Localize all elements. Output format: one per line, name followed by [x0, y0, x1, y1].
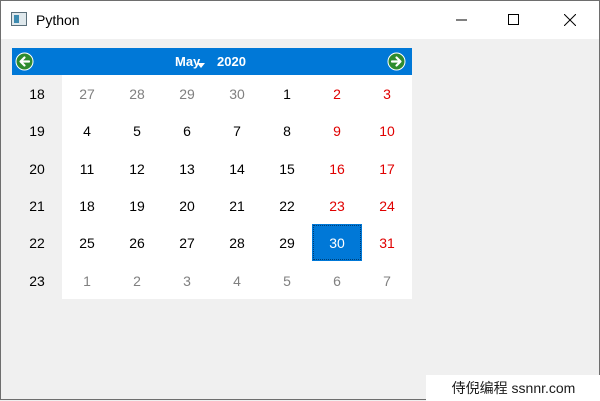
- watermark-text: 侍倪编程 ssnnr.com: [426, 375, 600, 401]
- next-month-button[interactable]: [387, 52, 406, 71]
- day-cell[interactable]: 28: [112, 75, 162, 112]
- week-number: 23: [29, 272, 45, 289]
- python-app-icon: [11, 12, 27, 26]
- minimize-button[interactable]: [439, 1, 485, 39]
- arrow-right-icon: [387, 52, 406, 71]
- day-cell[interactable]: 24: [362, 187, 412, 224]
- maximize-icon: [508, 14, 519, 25]
- day-cell[interactable]: 8: [262, 112, 312, 149]
- day-cell[interactable]: 5: [262, 262, 312, 299]
- day-cell[interactable]: 1: [262, 75, 312, 112]
- day-cell[interactable]: 4: [62, 112, 112, 149]
- day-cell[interactable]: 7: [212, 112, 262, 149]
- day-cell[interactable]: 3: [162, 262, 212, 299]
- minimize-icon: [456, 19, 467, 21]
- year-selector[interactable]: 2020: [217, 53, 246, 71]
- day-cell[interactable]: 2: [312, 75, 362, 112]
- day-cell[interactable]: 2: [112, 262, 162, 299]
- day-cell[interactable]: 6: [162, 112, 212, 149]
- day-cell[interactable]: 13: [162, 150, 212, 187]
- day-cell[interactable]: 27: [62, 75, 112, 112]
- week-number: 19: [29, 122, 45, 139]
- day-cell[interactable]: 15: [262, 150, 312, 187]
- chevron-down-icon: [197, 63, 205, 68]
- close-icon: [564, 14, 576, 26]
- day-cell[interactable]: 29: [162, 75, 212, 112]
- week-number: 20: [29, 160, 45, 177]
- calendar-widget: May 2020 18 27 28 29 30 1 2 3 19 4 5 6 7 8 9 10 20 11 12 13…: [12, 48, 412, 299]
- day-cell[interactable]: 20: [162, 187, 212, 224]
- day-cell[interactable]: 9: [312, 112, 362, 149]
- title-bar[interactable]: Python: [1, 1, 599, 39]
- day-cell[interactable]: 4: [212, 262, 262, 299]
- app-window: Python May 2020 18 27 28 29 30 1 2 3 19 …: [0, 0, 600, 401]
- day-cell[interactable]: 28: [212, 224, 262, 261]
- day-cell[interactable]: 27: [162, 224, 212, 261]
- day-cell[interactable]: 12: [112, 150, 162, 187]
- day-cell[interactable]: 31: [362, 224, 412, 261]
- day-cell[interactable]: 19: [112, 187, 162, 224]
- week-number: 21: [29, 197, 45, 214]
- maximize-button[interactable]: [491, 1, 537, 39]
- arrow-left-icon: [15, 52, 34, 71]
- day-cell[interactable]: 11: [62, 150, 112, 187]
- day-cell[interactable]: 17: [362, 150, 412, 187]
- prev-month-button[interactable]: [15, 52, 34, 71]
- day-cell[interactable]: 6: [312, 262, 362, 299]
- week-number: 18: [29, 85, 45, 102]
- day-cell[interactable]: 1: [62, 262, 112, 299]
- day-cell[interactable]: 3: [362, 75, 412, 112]
- selected-day-cell[interactable]: 30: [312, 224, 362, 261]
- calendar-navigation-bar: May 2020: [12, 48, 412, 75]
- day-cell[interactable]: 10: [362, 112, 412, 149]
- day-cell[interactable]: 16: [312, 150, 362, 187]
- day-cell[interactable]: 23: [312, 187, 362, 224]
- day-cell[interactable]: 14: [212, 150, 262, 187]
- day-cell[interactable]: 26: [112, 224, 162, 261]
- window-title: Python: [36, 12, 80, 28]
- day-cell[interactable]: 5: [112, 112, 162, 149]
- close-button[interactable]: [547, 1, 593, 39]
- day-cell[interactable]: 22: [262, 187, 312, 224]
- day-cell[interactable]: 7: [362, 262, 412, 299]
- day-cell[interactable]: 25: [62, 224, 112, 261]
- day-cell[interactable]: 21: [212, 187, 262, 224]
- day-cell[interactable]: 30: [212, 75, 262, 112]
- day-cell[interactable]: 29: [262, 224, 312, 261]
- day-cell[interactable]: 18: [62, 187, 112, 224]
- week-number: 22: [29, 234, 45, 251]
